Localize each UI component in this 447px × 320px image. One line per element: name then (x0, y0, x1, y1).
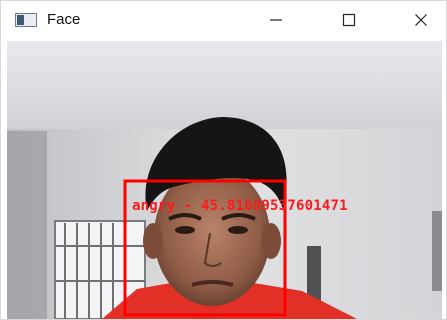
title-bar[interactable]: Face (1, 1, 446, 39)
camera-image (7, 41, 442, 319)
minimize-button[interactable] (253, 1, 299, 39)
maximize-icon (342, 13, 356, 27)
emotion-label: angry - 45.81609537601471 (132, 198, 348, 214)
minimize-icon (270, 19, 282, 21)
face-window: Face angry - 45.81609537601471 (0, 0, 447, 320)
maximize-button[interactable] (326, 1, 372, 39)
close-icon (415, 14, 427, 26)
window-title: Face (47, 11, 81, 28)
close-button[interactable] (398, 1, 444, 39)
camera-frame: angry - 45.81609537601471 (7, 41, 442, 319)
app-icon (15, 13, 37, 27)
